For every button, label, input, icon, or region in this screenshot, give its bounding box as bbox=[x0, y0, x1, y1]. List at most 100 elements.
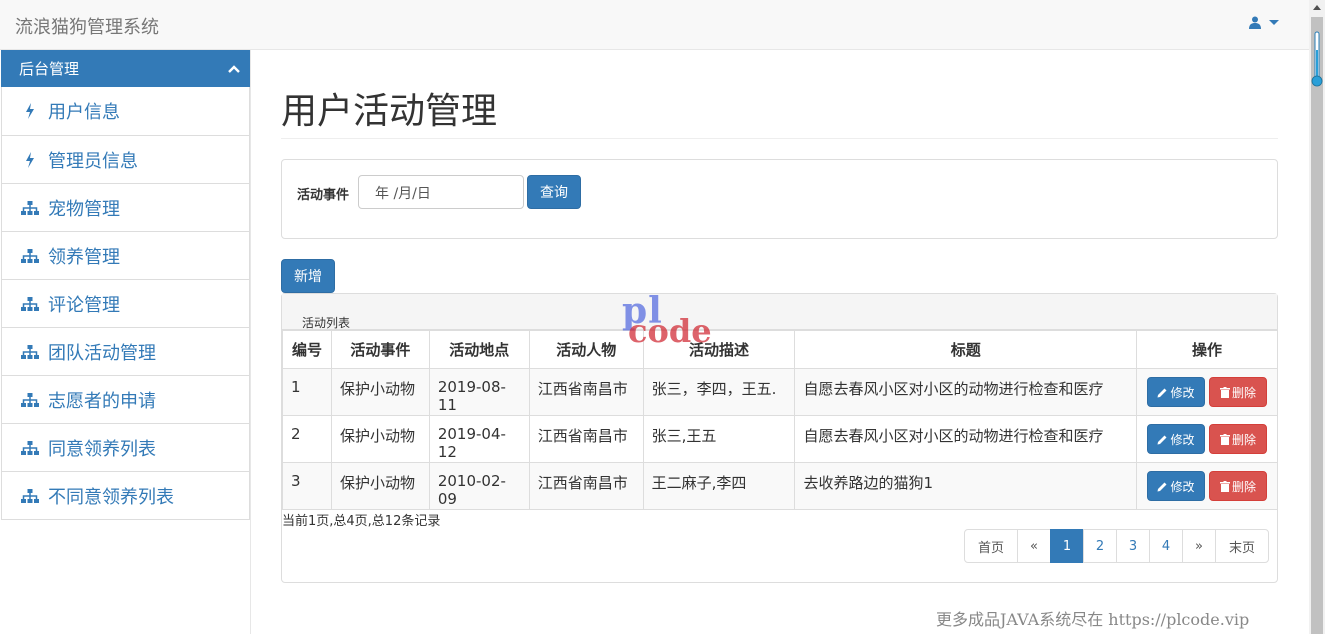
activity-table-panel: 活动列表 编号 活动事件 活动地点 活动人物 活动描述 标题 操作 1 保护小动… bbox=[281, 293, 1279, 583]
scroll-up-arrow-icon[interactable] bbox=[1313, 5, 1321, 10]
pager-page-1[interactable]: 1 bbox=[1050, 529, 1084, 563]
sidebar-item-pet-management[interactable]: 宠物管理 bbox=[2, 183, 249, 231]
sidebar-header[interactable]: 后台管理 bbox=[1, 50, 250, 87]
cell-title: 自愿去春风小区对小区的动物进行检查和医疗 bbox=[794, 415, 1137, 463]
table-row: 1 保护小动物 2019-08-11 江西省南昌市 张三，李四，王五. 自愿去春… bbox=[282, 368, 1279, 416]
sidebar-item-admin-info[interactable]: 管理员信息 bbox=[2, 135, 249, 183]
cell-ops: 修改 删除 bbox=[1135, 415, 1279, 463]
sidebar: 后台管理 用户信息 管理员信息 宠物管理 领养管理 评论管理 团队活动管理 志愿… bbox=[0, 50, 251, 634]
delete-label: 删除 bbox=[1231, 385, 1256, 400]
sidebar-item-adoption-management[interactable]: 领养管理 bbox=[2, 231, 249, 279]
sidebar-item-label: 宠物管理 bbox=[48, 198, 120, 220]
sidebar-item-label: 同意领养列表 bbox=[48, 438, 156, 460]
sidebar-item-rejected-adoptions[interactable]: 不同意领养列表 bbox=[2, 471, 249, 519]
delete-button[interactable]: 删除 bbox=[1208, 377, 1267, 407]
sidebar-item-volunteer-application[interactable]: 志愿者的申请 bbox=[2, 375, 249, 423]
edit-button[interactable]: 修改 bbox=[1146, 377, 1205, 407]
pager-first[interactable]: 首页 bbox=[964, 529, 1018, 563]
table-row: 2 保护小动物 2019-04-12 江西省南昌市 张三,王五 自愿去春风小区对… bbox=[282, 415, 1279, 463]
cell-place: 2019-04-12 bbox=[428, 415, 530, 463]
cell-event: 保护小动物 bbox=[330, 462, 430, 510]
cell-people: 江西省南昌市 bbox=[528, 368, 644, 416]
trash-icon bbox=[1219, 386, 1230, 398]
cell-id: 2 bbox=[282, 415, 332, 463]
cell-title: 自愿去春风小区对小区的动物进行检查和医疗 bbox=[794, 368, 1137, 416]
table-row: 3 保护小动物 2010-02-09 江西省南昌市 王二麻子,李四 去收养路边的… bbox=[282, 462, 1279, 510]
table-heading: 活动列表 bbox=[282, 294, 1277, 330]
pager-page-3[interactable]: 3 bbox=[1116, 529, 1150, 563]
delete-label: 删除 bbox=[1231, 479, 1256, 494]
sitemap-icon bbox=[20, 246, 40, 266]
column-header-id: 编号 bbox=[282, 330, 332, 369]
scroll-thumb[interactable] bbox=[1311, 17, 1323, 634]
table-header-row: 编号 活动事件 活动地点 活动人物 活动描述 标题 操作 bbox=[282, 330, 1279, 369]
sidebar-item-user-info[interactable]: 用户信息 bbox=[2, 87, 249, 135]
column-header-desc: 活动描述 bbox=[642, 330, 796, 369]
trash-icon bbox=[1219, 433, 1230, 445]
page-title: 用户活动管理 bbox=[281, 90, 1278, 139]
delete-button[interactable]: 删除 bbox=[1208, 471, 1267, 501]
pager-page-4[interactable]: 4 bbox=[1149, 529, 1183, 563]
sidebar-item-label: 管理员信息 bbox=[48, 150, 138, 172]
sitemap-icon bbox=[20, 294, 40, 314]
pager-page-2[interactable]: 2 bbox=[1083, 529, 1117, 563]
search-label: 活动事件 bbox=[297, 188, 350, 203]
sitemap-icon bbox=[20, 438, 40, 458]
cell-title: 去收养路边的猫狗1 bbox=[794, 462, 1137, 510]
column-header-event: 活动事件 bbox=[330, 330, 430, 369]
query-button[interactable]: 查询 bbox=[527, 175, 581, 209]
search-panel: 活动事件 年 /月/日 查询 bbox=[281, 159, 1278, 239]
cell-id: 1 bbox=[282, 368, 332, 416]
sidebar-item-label: 团队活动管理 bbox=[48, 342, 156, 364]
user-menu-toggle[interactable] bbox=[1249, 16, 1279, 29]
pager-last[interactable]: 末页 bbox=[1215, 529, 1269, 563]
pagination: 首页 « 1 2 3 4 » 末页 bbox=[964, 529, 1269, 563]
chevron-down-icon bbox=[1269, 20, 1279, 25]
edit-button[interactable]: 修改 bbox=[1146, 424, 1205, 454]
edit-button[interactable]: 修改 bbox=[1146, 471, 1205, 501]
cell-desc: 张三，李四，王五. bbox=[642, 368, 796, 416]
sidebar-item-approved-adoptions[interactable]: 同意领养列表 bbox=[2, 423, 249, 471]
add-button[interactable]: 新增 bbox=[281, 259, 335, 293]
pencil-icon bbox=[1157, 388, 1167, 397]
column-header-title: 标题 bbox=[794, 330, 1137, 369]
cell-ops: 修改 删除 bbox=[1135, 368, 1279, 416]
activity-date-input[interactable]: 年 /月/日 bbox=[358, 175, 524, 209]
sidebar-item-label: 评论管理 bbox=[48, 294, 120, 316]
sitemap-icon bbox=[20, 486, 40, 506]
cell-ops: 修改 删除 bbox=[1135, 462, 1279, 510]
cell-event: 保护小动物 bbox=[330, 368, 430, 416]
cell-desc: 张三,王五 bbox=[642, 415, 796, 463]
sidebar-item-comment-management[interactable]: 评论管理 bbox=[2, 279, 249, 327]
bolt-icon bbox=[20, 150, 40, 170]
cell-place: 2010-02-09 bbox=[428, 462, 530, 510]
cell-people: 江西省南昌市 bbox=[528, 415, 644, 463]
pencil-icon bbox=[1157, 435, 1167, 444]
user-icon bbox=[1249, 16, 1261, 29]
record-info: 当前1页,总4页,总12条记录 bbox=[282, 514, 441, 529]
bolt-icon bbox=[20, 101, 40, 121]
pager-next[interactable]: » bbox=[1182, 529, 1216, 563]
edit-label: 修改 bbox=[1170, 385, 1195, 400]
sitemap-icon bbox=[20, 390, 40, 410]
chevron-up-icon bbox=[228, 64, 240, 73]
activity-table: 编号 活动事件 活动地点 活动人物 活动描述 标题 操作 1 保护小动物 201… bbox=[282, 330, 1279, 510]
cell-event: 保护小动物 bbox=[330, 415, 430, 463]
cell-id: 3 bbox=[282, 462, 332, 510]
app-brand[interactable]: 流浪猫狗管理系统 bbox=[15, 13, 159, 39]
vertical-scrollbar[interactable] bbox=[1309, 0, 1325, 634]
edit-label: 修改 bbox=[1170, 432, 1195, 447]
sidebar-item-label: 不同意领养列表 bbox=[48, 486, 174, 508]
sitemap-icon bbox=[20, 342, 40, 362]
delete-button[interactable]: 删除 bbox=[1208, 424, 1267, 454]
sitemap-icon bbox=[20, 198, 40, 218]
sidebar-item-team-activity[interactable]: 团队活动管理 bbox=[2, 327, 249, 375]
thermometer-icon bbox=[1311, 31, 1323, 87]
column-header-place: 活动地点 bbox=[428, 330, 530, 369]
pencil-icon bbox=[1157, 482, 1167, 491]
main-content: 用户活动管理 活动事件 年 /月/日 查询 新增 活动列表 编号 活动事件 活动… bbox=[281, 50, 1279, 583]
pager-prev[interactable]: « bbox=[1017, 529, 1051, 563]
delete-label: 删除 bbox=[1231, 432, 1256, 447]
cell-people: 江西省南昌市 bbox=[528, 462, 644, 510]
sidebar-menu: 用户信息 管理员信息 宠物管理 领养管理 评论管理 团队活动管理 志愿者的申请 bbox=[1, 87, 250, 520]
